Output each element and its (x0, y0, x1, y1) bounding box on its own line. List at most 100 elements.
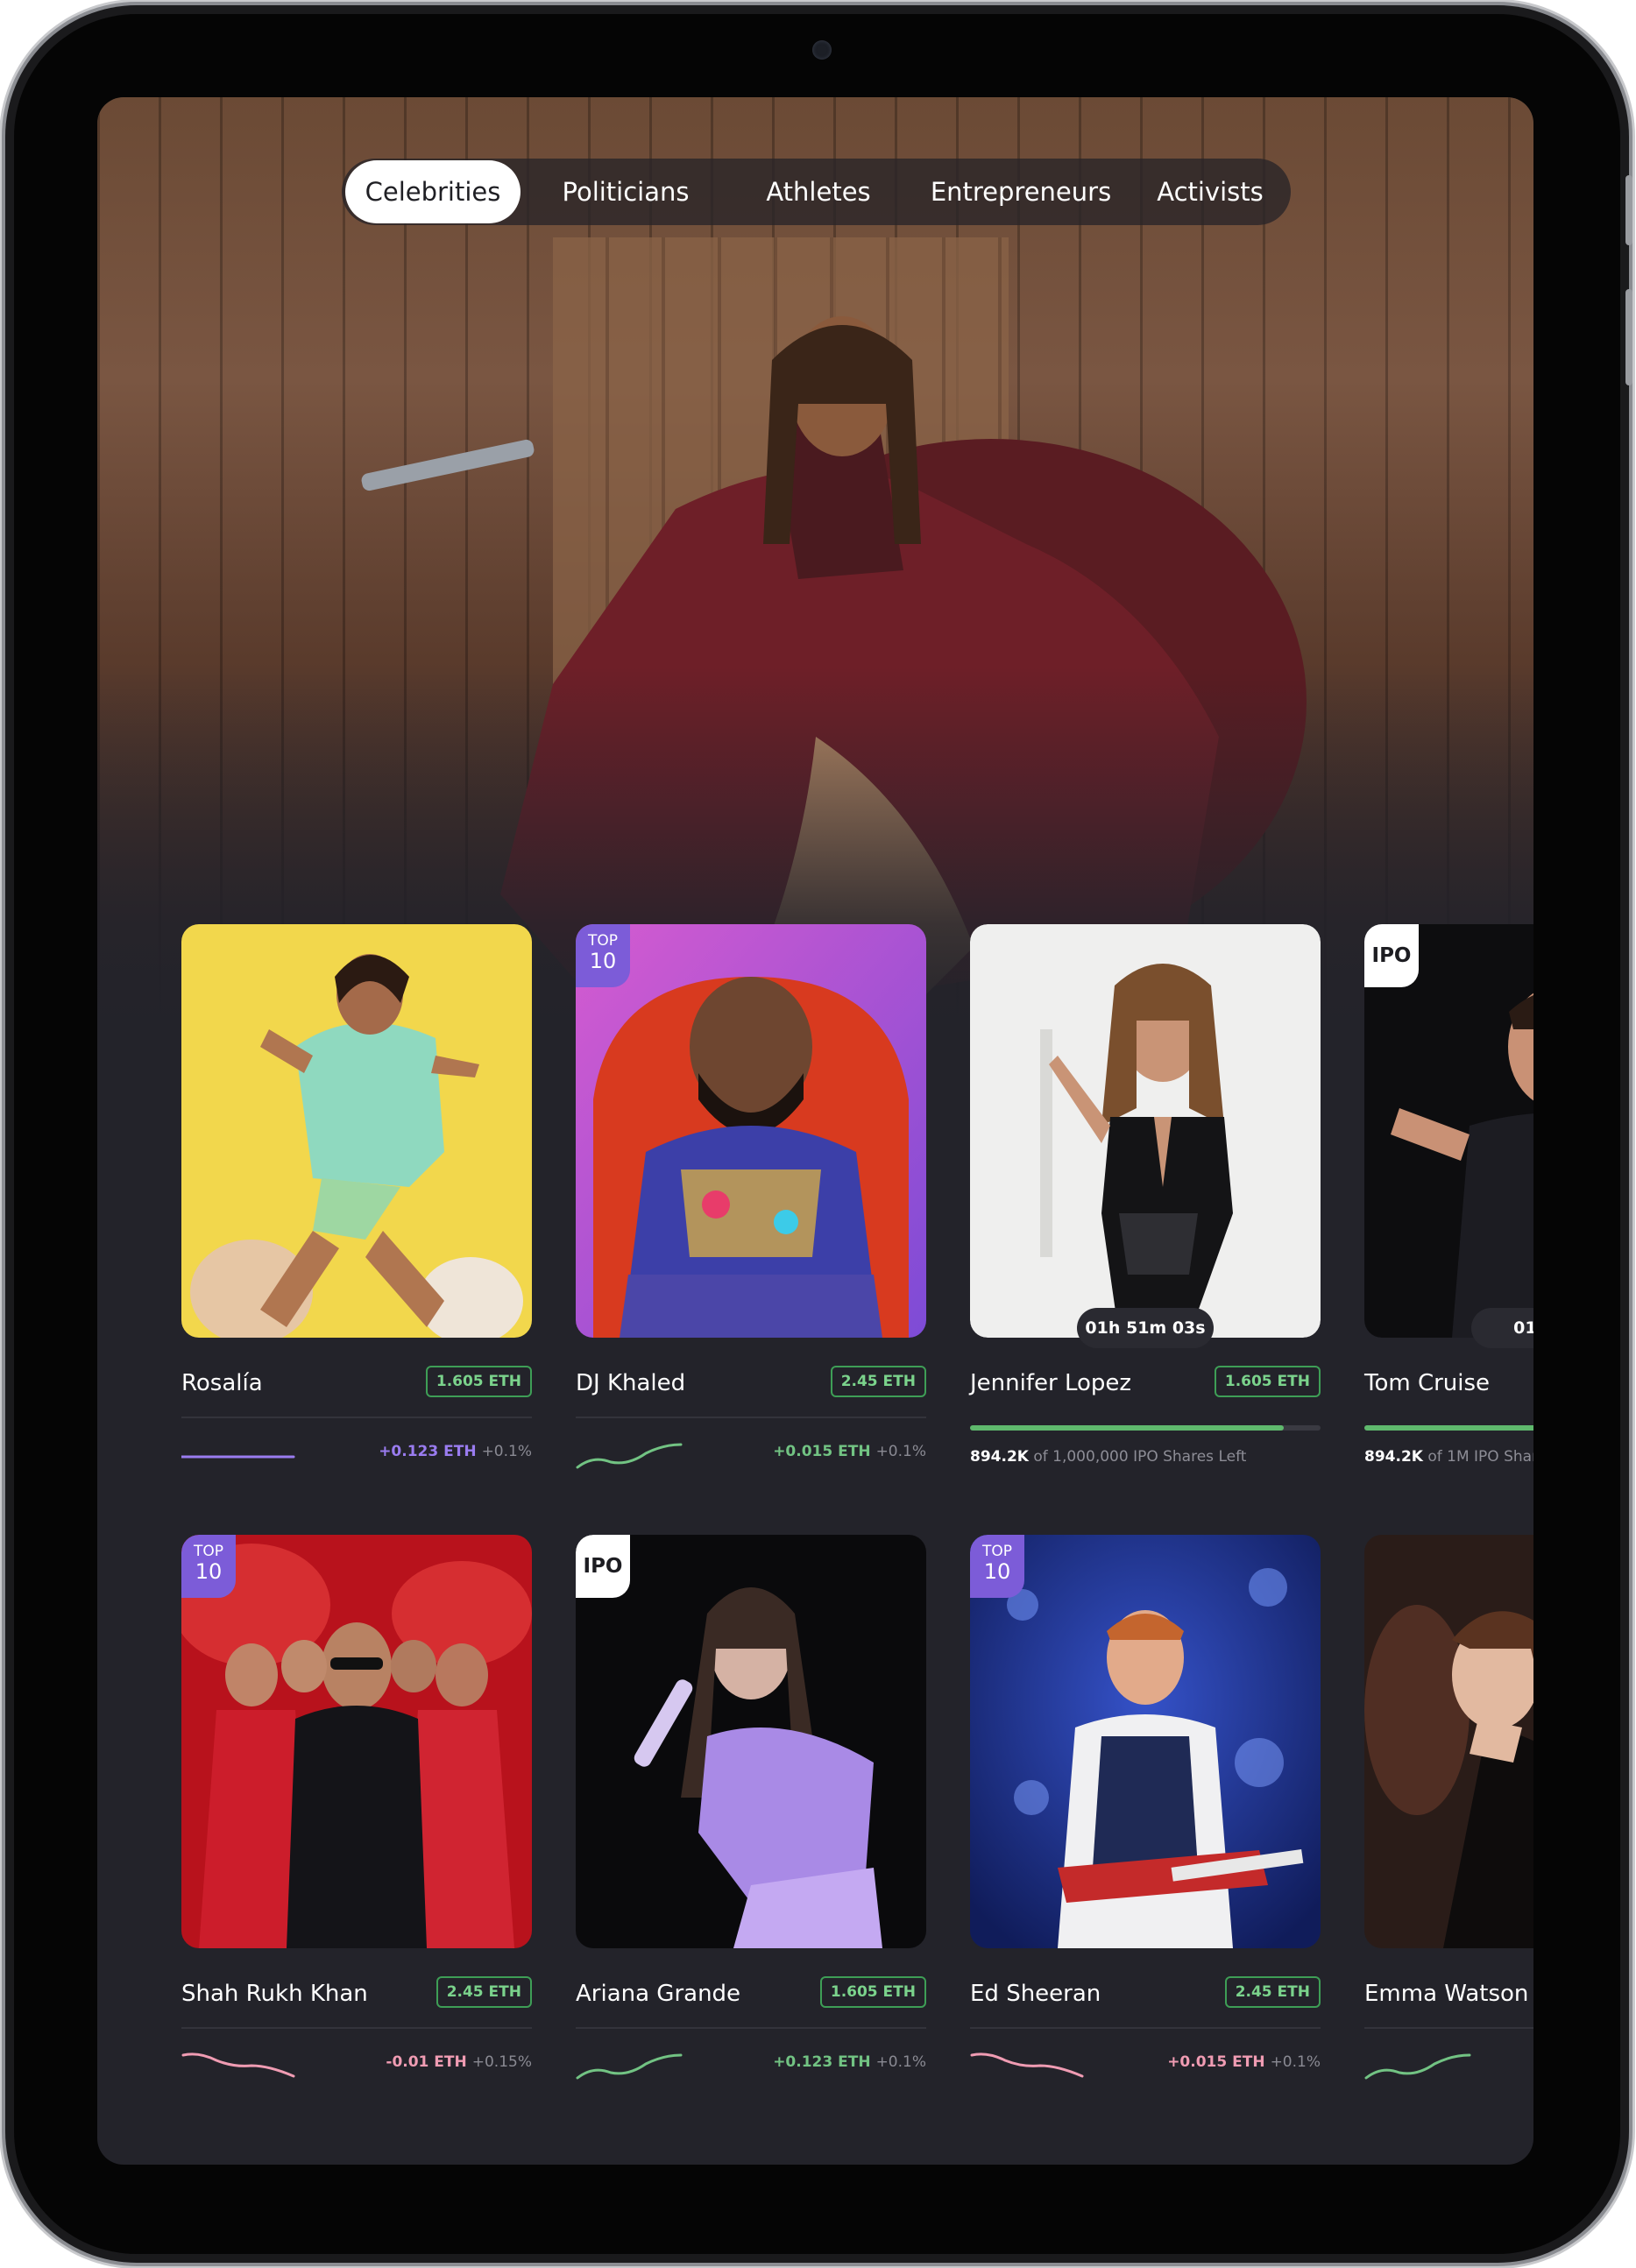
app-screen: Celebrities Politicians Athletes Entrepr… (97, 97, 1533, 2165)
price-badge: 2.45 ETH (830, 1366, 926, 1397)
badge-top-text: TOP (981, 1543, 1013, 1560)
top-button (1625, 175, 1632, 245)
change-value: +0.015 ETH (773, 1443, 871, 1460)
ipo-badge: IPO (576, 1535, 630, 1598)
celebrity-card[interactable]: IPO Ariana Grande 1.605 ETH +0.123 ETH +0… (576, 1535, 926, 2102)
celebrity-card[interactable]: 01h 51m 03s Jennifer Lopez 1.605 ETH 894… (970, 924, 1321, 1478)
card-photo[interactable]: IPO 01h 5 (1364, 924, 1533, 1348)
card-photo[interactable]: TOP 10 (576, 924, 926, 1338)
celebrity-name: Ariana Grande (576, 1981, 741, 2007)
change-value: +0.015 ETH (1167, 2053, 1265, 2071)
change-percent: +0.1% (481, 1443, 532, 1460)
ipo-shares-left: 894.2K (970, 1448, 1029, 1466)
celebrity-name: Tom Cruise (1364, 1370, 1491, 1396)
celebrity-name: Shah Rukh Khan (181, 1981, 368, 2007)
card-photo[interactable]: IPO (576, 1535, 926, 1948)
badge-top-text: TOP (587, 932, 619, 950)
card-photo[interactable]: TOP 10 (970, 1535, 1321, 1948)
top10-badge: TOP 10 (576, 924, 630, 987)
badge-top-number: 10 (589, 949, 617, 973)
celebrity-name: Rosalía (181, 1370, 263, 1396)
card-info: Shah Rukh Khan 2.45 ETH (181, 1976, 532, 2011)
card-info: Jennifer Lopez 1.605 ETH (970, 1366, 1321, 1401)
change-percent: +0.15% (471, 2053, 532, 2071)
ipo-shares-left: 894.2K (1364, 1448, 1423, 1466)
ipo-shares-text: 894.2K of 1M IPO Shar (1364, 1448, 1533, 1466)
price-change: +0.015 ETH +0.1% (1167, 2053, 1321, 2071)
price-badge: 1.605 ETH (425, 1366, 532, 1397)
celebrity-name: Jennifer Lopez (970, 1370, 1132, 1396)
tab-activists[interactable]: Activists (1136, 160, 1285, 223)
card-divider (181, 2011, 532, 2029)
price-change: +0.123 ETH +0.1% (773, 2053, 926, 2071)
price-change: +0.123 ETH +0.1% (379, 1443, 532, 1460)
ipo-progress-fill (1364, 1425, 1533, 1431)
badge-top-text: TOP (193, 1543, 224, 1560)
card-stats: +0.123 ETH +0.1% (181, 1431, 532, 1492)
card-divider (1364, 2011, 1533, 2029)
change-value: -0.01 ETH (386, 2053, 467, 2071)
card-info: Tom Cruise (1364, 1366, 1533, 1401)
celebrity-card[interactable]: TOP 10 Ed Sheeran 2.45 ETH +0.015 ETH +0.… (970, 1535, 1321, 2102)
celebrity-card[interactable]: TOP 10 Shah Rukh Khan 2.45 ETH -0.01 ETH… (181, 1535, 532, 2102)
price-change: +0.015 ETH +0.1% (773, 1443, 926, 1460)
ipo-countdown-timer: 01h 5 (1471, 1308, 1533, 1348)
tab-entrepreneurs[interactable]: Entrepreneurs (906, 160, 1136, 223)
sparkline-chart (576, 2053, 683, 2080)
celebrity-name: DJ Khaled (576, 1370, 686, 1396)
tab-politicians[interactable]: Politicians (521, 160, 731, 223)
sparkline-chart (970, 2053, 1084, 2078)
celebrity-name: Ed Sheeran (970, 1981, 1101, 2007)
front-camera (812, 40, 832, 60)
change-percent: +0.1% (875, 1443, 926, 1460)
price-badge: 1.605 ETH (819, 1976, 926, 2008)
ipo-progress: 894.2K of 1,000,000 IPO Shares Left (970, 1417, 1321, 1478)
celebrity-card[interactable]: IPO 01h 5 Tom Cruise 894.2K of 1M IPO Sh… (1364, 924, 1533, 1478)
tab-athletes[interactable]: Athletes (731, 160, 906, 223)
category-tabs: Celebrities Politicians Athletes Entrepr… (342, 159, 1291, 225)
celebrity-name: Emma Watson (1364, 1981, 1529, 2007)
card-divider (181, 1401, 532, 1418)
card-photo[interactable]: 01h 51m 03s (970, 924, 1321, 1348)
price-change: -0.01 ETH +0.15% (386, 2053, 532, 2071)
card-stats: +0.015 ETH +0.1% (970, 2041, 1321, 2102)
ipo-badge: IPO (1364, 924, 1419, 987)
change-value: +0.123 ETH (379, 1443, 477, 1460)
price-badge: 2.45 ETH (1224, 1976, 1321, 2008)
sparkline-chart (181, 1455, 295, 1459)
ipo-progress: 894.2K of 1M IPO Shar (1364, 1417, 1533, 1478)
card-stats: +0.015 ETH +0.1% (576, 1431, 926, 1492)
ipo-shares-total: of 1M IPO Shar (1427, 1448, 1533, 1466)
price-badge: 2.45 ETH (436, 1976, 532, 2008)
badge-top-number: 10 (983, 1559, 1011, 1584)
top10-badge: TOP 10 (970, 1535, 1024, 1598)
ipo-progress-fill (970, 1425, 1284, 1431)
celebrity-card[interactable]: Rosalía 1.605 ETH +0.123 ETH +0.1% (181, 924, 532, 1492)
sparkline-chart (576, 1443, 683, 1469)
card-stats: +0.123 ETH +0.1% (576, 2041, 926, 2102)
badge-top-number: 10 (195, 1559, 223, 1584)
change-percent: +0.1% (875, 2053, 926, 2071)
hero-banner (97, 97, 1533, 1035)
card-info: Emma Watson (1364, 1976, 1533, 2011)
card-photo[interactable] (181, 924, 532, 1338)
sparkline-chart (181, 2053, 295, 2078)
celebrity-card[interactable]: Emma Watson (1364, 1535, 1533, 2102)
celebrity-card[interactable]: TOP 10 DJ Khaled 2.45 ETH +0.015 ETH +0.1… (576, 924, 926, 1492)
card-divider (576, 2011, 926, 2029)
ipo-shares-total: of 1,000,000 IPO Shares Left (1033, 1448, 1247, 1466)
card-photo[interactable]: TOP 10 (181, 1535, 532, 1948)
volume-up-button (1625, 289, 1632, 385)
sparkline-chart (1364, 2053, 1471, 2080)
change-value: +0.123 ETH (773, 2053, 871, 2071)
card-info: Ariana Grande 1.605 ETH (576, 1976, 926, 2011)
top10-badge: TOP 10 (181, 1535, 236, 1598)
card-divider (970, 2011, 1321, 2029)
tab-celebrities[interactable]: Celebrities (345, 160, 521, 223)
card-divider (576, 1401, 926, 1418)
change-percent: +0.1% (1270, 2053, 1321, 2071)
card-photo[interactable] (1364, 1535, 1533, 1948)
price-badge: 1.605 ETH (1214, 1366, 1321, 1397)
ipo-progress-bar (970, 1425, 1321, 1431)
ipo-shares-text: 894.2K of 1,000,000 IPO Shares Left (970, 1448, 1246, 1466)
